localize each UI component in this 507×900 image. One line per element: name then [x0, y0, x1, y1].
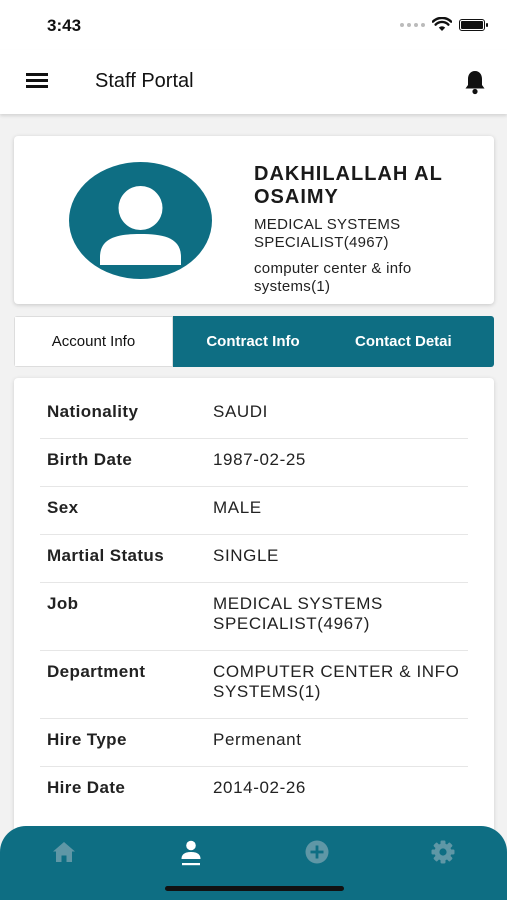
info-label: Job: [47, 594, 79, 613]
profile-card: DAKHILALLAH AL OSAIMY MEDICAL SYSTEMS SP…: [14, 136, 494, 304]
info-label: Hire Type: [47, 730, 127, 749]
info-row-hire-date: Hire Date 2014-02-26: [40, 766, 468, 814]
info-value: MALE: [213, 498, 262, 517]
app-header: Staff Portal: [0, 50, 507, 114]
profile-icon[interactable]: [177, 838, 205, 866]
info-value: COMPUTER CENTER & INFO SYSTEMS(1): [213, 662, 460, 701]
info-label: Birth Date: [47, 450, 133, 469]
profile-name: DAKHILALLAH AL OSAIMY: [254, 163, 443, 208]
status-icons: [400, 17, 488, 32]
info-value: SAUDI: [213, 402, 268, 421]
info-value: SINGLE: [213, 546, 279, 565]
avatar: [69, 162, 212, 279]
info-value: 2014-02-26: [213, 778, 306, 797]
person-icon: [100, 186, 181, 265]
tab-contract-info[interactable]: Contract Info: [173, 316, 333, 367]
info-value: MEDICAL SYSTEMS SPECIALIST(4967): [213, 594, 383, 633]
info-value: 1987-02-25: [213, 450, 306, 469]
info-label: Department: [47, 662, 146, 681]
info-label: Martial Status: [47, 546, 165, 565]
tab-contact-details[interactable]: Contact Detai: [333, 316, 494, 367]
home-indicator: [165, 886, 344, 891]
status-time: 3:43: [47, 16, 82, 35]
info-value: Permenant: [213, 730, 302, 749]
account-info-card: Nationality SAUDI Birth Date 1987-02-25 …: [14, 378, 494, 838]
info-label: Sex: [47, 498, 79, 517]
info-row-marital-status: Martial Status SINGLE: [40, 534, 468, 583]
bell-icon[interactable]: [463, 69, 487, 95]
page-title: Staff Portal: [95, 70, 194, 92]
home-icon[interactable]: [50, 838, 78, 866]
info-row-hire-type: Hire Type Permenant: [40, 718, 468, 767]
profile-department: computer center & info systems(1): [254, 260, 412, 295]
battery-icon: [459, 18, 488, 31]
tab-account-info[interactable]: Account Info: [14, 316, 173, 367]
profile-job: MEDICAL SYSTEMS SPECIALIST(4967): [254, 216, 401, 251]
info-row-sex: Sex MALE: [40, 486, 468, 535]
settings-icon[interactable]: [429, 838, 457, 866]
wifi-icon: [432, 17, 452, 31]
info-label: Hire Date: [47, 778, 126, 797]
profile-tabs: Account Info Contract Info Contact Detai: [14, 316, 494, 367]
status-bar: 3:43: [0, 0, 507, 50]
info-row-birth-date: Birth Date 1987-02-25: [40, 438, 468, 487]
info-row-nationality: Nationality SAUDI: [40, 390, 468, 439]
info-label: Nationality: [47, 402, 139, 421]
add-circle-icon[interactable]: [303, 838, 331, 866]
menu-icon[interactable]: [26, 73, 48, 89]
info-row-job: Job MEDICAL SYSTEMS SPECIALIST(4967): [40, 582, 468, 651]
info-row-department: Department COMPUTER CENTER & INFO SYSTEM…: [40, 650, 468, 719]
signal-icon: [400, 22, 425, 27]
